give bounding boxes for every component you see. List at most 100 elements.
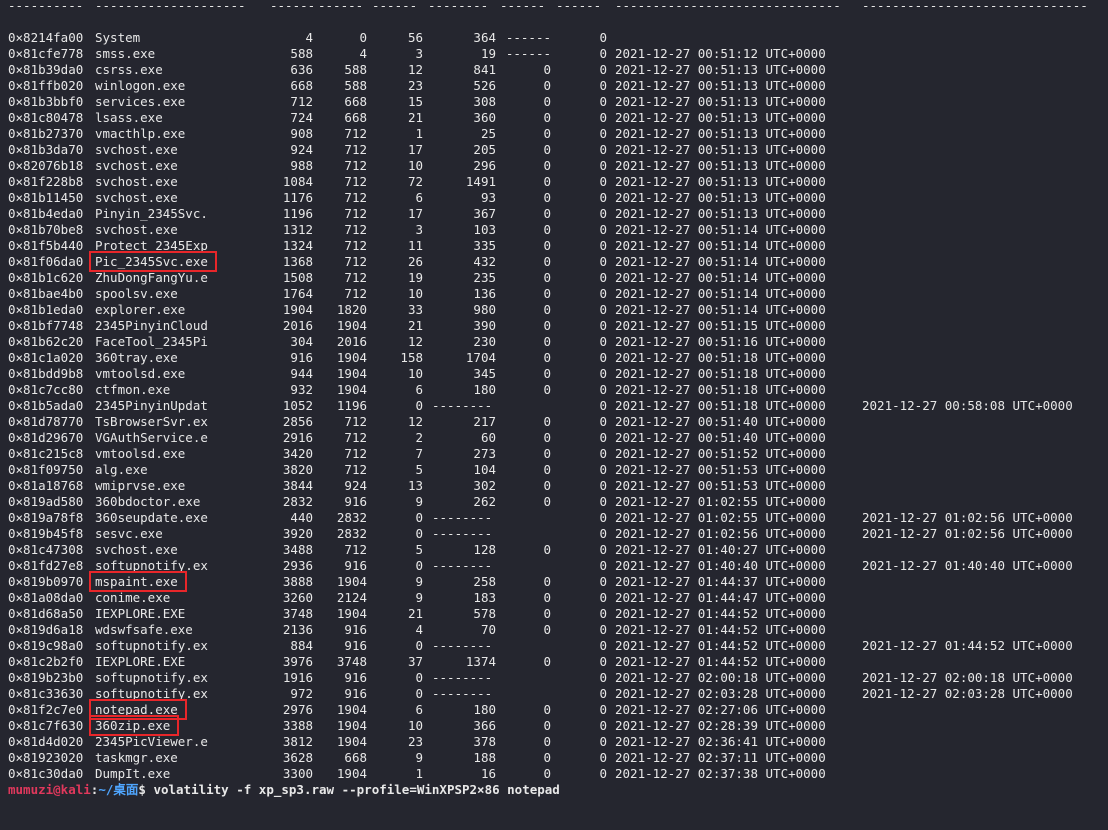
cell-thds: 7	[415, 446, 423, 461]
cell-pid: 636	[290, 62, 313, 77]
command-prompt-line[interactable]: mumuzi@kali:~/桌面$ volatility -f xp_sp3.r…	[0, 782, 1108, 798]
table-row: 0×81d68a50 IEXPLORE.EXE 3748 1904 21 578 0 0 202…	[0, 606, 1108, 622]
cell-offset: 0×81c33630	[8, 686, 84, 701]
table-row: 0×81c1a020 360tray.exe 916 1904 158 1704 0 0 202…	[0, 350, 1108, 366]
cell-ppid: 712	[344, 126, 367, 141]
cell-name: FaceTool_2345Pi	[95, 334, 208, 349]
cell-name: IEXPLORE.EXE	[95, 606, 186, 621]
cell-sess: 0	[543, 414, 551, 429]
cell-pid: 304	[290, 334, 313, 349]
table-row: 0×81b11450 svchost.exe 1176 712 6 93 0 0 2021-12…	[0, 190, 1108, 206]
cell-wow64: 0	[599, 702, 607, 717]
cell-pid: 972	[290, 686, 313, 701]
cell-offset: 0×81f06da0	[8, 254, 84, 269]
terminal-window[interactable]: ---------- -------------------- ------ ----…	[0, 0, 1108, 806]
cell-sess: 0	[543, 446, 551, 461]
table-row: 0×81c7cc80 ctfmon.exe 932 1904 6 180 0 0 2021-12…	[0, 382, 1108, 398]
cell-start: 2021-12-27 00:51:13 UTC+0000	[615, 78, 826, 93]
cell-hnds: 103	[473, 222, 496, 237]
prompt-path: ~/桌面	[98, 782, 139, 797]
cell-wow64: 0	[599, 334, 607, 349]
cell-pid: 3488	[282, 542, 313, 557]
header-dash: ------	[556, 0, 602, 13]
cell-hnds: 1374	[465, 654, 496, 669]
cell-thds: 158	[400, 350, 423, 365]
cell-hnds: 180	[473, 702, 496, 717]
cell-sess: 0	[543, 766, 551, 781]
table-row: 0×81cfe778 smss.exe 588 4 3 19 ------ 0 2021-12-…	[0, 46, 1108, 62]
cell-hnds: 217	[473, 414, 496, 429]
cell-offset: 0×81b1c620	[8, 270, 84, 285]
cell-start: 2021-12-27 02:37:38 UTC+0000	[615, 766, 826, 781]
cell-hnds: 296	[473, 158, 496, 173]
cell-start: 2021-12-27 00:51:53 UTC+0000	[615, 462, 826, 477]
cell-name: services.exe	[95, 94, 186, 109]
cell-thds: 6	[415, 702, 423, 717]
table-row: 0×81bdd9b8 vmtoolsd.exe 944 1904 10 345 0 0 2021…	[0, 366, 1108, 382]
cell-name: 2345PicViewer.e	[95, 734, 208, 749]
cell-sess: 0	[543, 62, 551, 77]
cell-sess: 0	[543, 350, 551, 365]
cell-wow64: 0	[599, 574, 607, 589]
cell-start: 2021-12-27 02:03:28 UTC+0000	[615, 686, 826, 701]
cell-start: 2021-12-27 02:36:41 UTC+0000	[615, 734, 826, 749]
cell-name: DumpIt.exe	[95, 766, 171, 781]
cell-ppid: 712	[344, 462, 367, 477]
cell-offset: 0×81c80478	[8, 110, 84, 125]
cell-offset: 0×81a18768	[8, 478, 84, 493]
cell-wow64: 0	[599, 254, 607, 269]
cell-start: 2021-12-27 01:02:56 UTC+0000	[615, 526, 826, 541]
cell-offset: 0×81c30da0	[8, 766, 84, 781]
cell-sess: 0	[543, 174, 551, 189]
cell-pid: 3388	[282, 718, 313, 733]
cell-name: System	[95, 30, 141, 45]
cell-wow64: 0	[599, 46, 607, 61]
cell-thds: 0	[415, 510, 423, 525]
table-row: 0×81c33630 softupnotify.ex 972 916 0 --------…	[0, 686, 1108, 702]
cell-ppid: 1904	[336, 350, 367, 365]
cell-pid: 2832	[282, 494, 313, 509]
table-row: 0×81fd27e8 softupnotify.ex 2936 916 0 -------…	[0, 558, 1108, 574]
cell-hnds: 432	[473, 254, 496, 269]
cell-offset: 0×81d29670	[8, 430, 84, 445]
cell-offset: 0×819b45f8	[8, 526, 84, 541]
table-row: 0×81b1eda0 explorer.exe 1904 1820 33 980 0 0 202…	[0, 302, 1108, 318]
cell-start: 2021-12-27 00:51:14 UTC+0000	[615, 238, 826, 253]
table-row: 0×8214fa00 System 4 0 56 364 ------ 0	[0, 30, 1108, 46]
cell-pid: 668	[290, 78, 313, 93]
cell-offset: 0×81f2c7e0	[8, 702, 84, 717]
cell-start: 2021-12-27 00:51:40 UTC+0000	[615, 430, 826, 445]
cell-start: 2021-12-27 00:51:13 UTC+0000	[615, 190, 826, 205]
cell-pid: 2936	[282, 558, 313, 573]
cell-ppid: 712	[344, 254, 367, 269]
cell-offset: 0×81f228b8	[8, 174, 84, 189]
cell-offset: 0×819b23b0	[8, 670, 84, 685]
table-row: 0×81b5ada0 2345PinyinUpdat 1052 1196 0 ------…	[0, 398, 1108, 414]
cell-ppid: 712	[344, 238, 367, 253]
prompt-user-host: mumuzi@kali:~/桌面$ volatility -f xp_sp3.r…	[8, 782, 560, 798]
cell-wow64: 0	[599, 78, 607, 93]
table-row: 0×819b23b0 softupnotify.ex 1916 916 0 -------…	[0, 670, 1108, 686]
header-dash: ------------------------------	[862, 0, 1088, 13]
cell-wow64: 0	[599, 270, 607, 285]
cell-name: softupnotify.ex	[95, 638, 208, 653]
cell-wow64: 0	[599, 462, 607, 477]
cell-name: softupnotify.ex	[95, 670, 208, 685]
cell-start: 2021-12-27 00:51:18 UTC+0000	[615, 350, 826, 365]
cell-wow64: 0	[599, 638, 607, 653]
cell-offset: 0×81923020	[8, 750, 84, 765]
cell-ppid: 916	[344, 622, 367, 637]
cell-thds: 56	[407, 30, 423, 45]
cell-name: softupnotify.ex	[95, 686, 208, 701]
cell-start: 2021-12-27 00:51:14 UTC+0000	[615, 270, 826, 285]
cell-offset: 0×81b3bbf0	[8, 94, 84, 109]
cell-thds: 0	[415, 670, 423, 685]
cell-thds: 10	[407, 718, 423, 733]
cell-thds: 2	[415, 430, 423, 445]
cell-hnds: 980	[473, 302, 496, 317]
command-text[interactable]: volatility -f xp_sp3.raw --profile=WinXP…	[146, 782, 559, 797]
cell-wow64: 0	[599, 222, 607, 237]
cell-hnds: --------	[432, 510, 493, 525]
cell-wow64: 0	[599, 318, 607, 333]
cell-pid: 3300	[282, 766, 313, 781]
